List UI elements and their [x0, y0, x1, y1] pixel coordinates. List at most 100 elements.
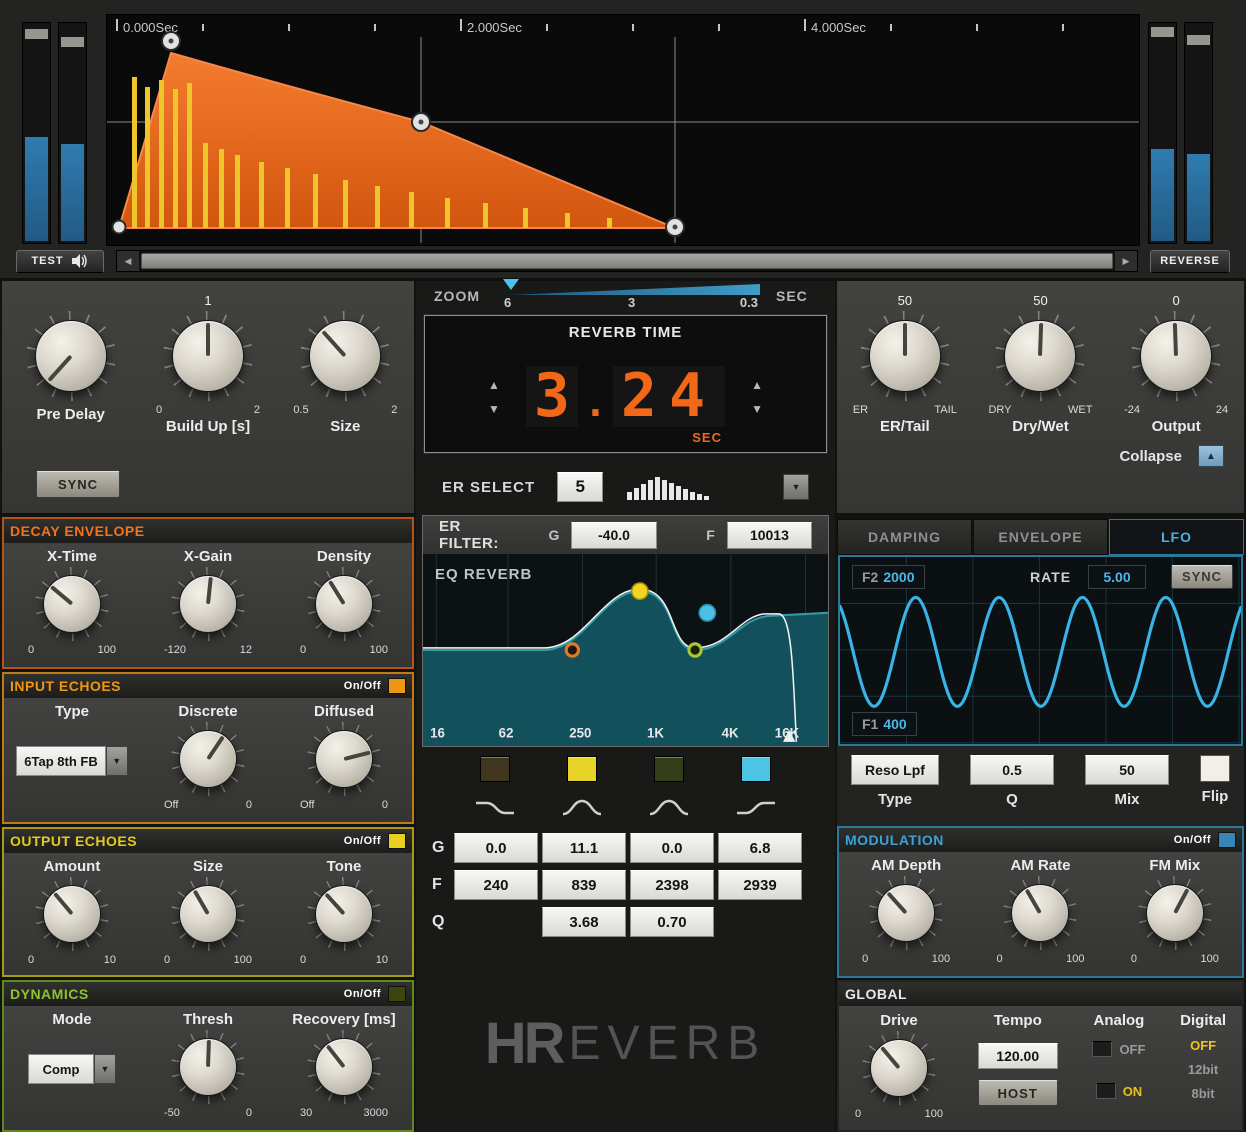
buildup-knob[interactable] — [161, 309, 255, 403]
mode-value[interactable]: Comp — [28, 1054, 94, 1084]
amount-knob[interactable] — [33, 875, 111, 953]
dropdown-arrow-icon[interactable]: ▼ — [105, 746, 128, 776]
lfo-filter-type-select[interactable]: Reso Lpf — [851, 755, 939, 786]
bell-icon[interactable] — [647, 797, 691, 819]
low-shelf-icon[interactable] — [473, 797, 517, 819]
drive-knob[interactable] — [860, 1029, 938, 1107]
size-knob[interactable] — [298, 309, 392, 403]
lfo-filter-q-field[interactable]: 0.5 — [970, 755, 1054, 786]
eq-band-2-handle[interactable] — [630, 582, 649, 601]
lfo-rate-field[interactable]: 5.00 — [1088, 564, 1146, 589]
digital-off-option[interactable]: OFF — [1190, 1038, 1216, 1053]
recovery-knob[interactable] — [305, 1028, 383, 1106]
digital-12bit-option[interactable]: 12bit — [1188, 1062, 1218, 1077]
bell-icon[interactable] — [560, 797, 604, 819]
collapse-button[interactable]: ▲ — [1198, 445, 1224, 467]
input-echoes-onoff-toggle[interactable] — [388, 678, 406, 694]
eq-freq-2-field[interactable]: 839 — [542, 870, 626, 900]
er-select-dropdown[interactable]: ▼ — [783, 474, 809, 500]
scrollbar-thumb[interactable] — [141, 253, 1113, 269]
eq-freq-3-field[interactable]: 2398 — [630, 870, 714, 900]
eq-freq-4-field[interactable]: 2939 — [718, 870, 802, 900]
thresh-knob[interactable] — [169, 1028, 247, 1106]
reverb-envelope-graph[interactable]: 0.000Sec 2.000Sec 4.000Sec — [106, 14, 1140, 246]
knob-dial[interactable] — [315, 1038, 373, 1096]
knob-dial[interactable] — [179, 1038, 237, 1096]
dry-wet-knob[interactable] — [993, 309, 1087, 403]
knob-dial[interactable] — [309, 320, 382, 392]
dropdown-arrow-icon[interactable]: ▼ — [94, 1054, 116, 1084]
host-button[interactable]: HOST — [977, 1080, 1058, 1107]
eq-band-1-handle[interactable] — [564, 642, 580, 658]
echo-type-value[interactable]: 6Tap 8th FB — [16, 746, 106, 776]
lfo-f2-field[interactable]: F2 2000 — [852, 564, 925, 589]
zoom-marker[interactable] — [503, 279, 519, 290]
modulation-onoff-toggle[interactable] — [1218, 832, 1236, 849]
timeline-scrollbar[interactable]: ◀ ▶ — [116, 250, 1138, 272]
out-size-knob[interactable] — [169, 875, 247, 953]
er-filter-freq-field[interactable]: 10013 — [726, 521, 812, 549]
reverb-time-value[interactable]: 3 . 24 — [525, 365, 726, 428]
high-shelf-icon[interactable] — [734, 797, 778, 819]
output-echoes-onoff-toggle[interactable] — [388, 833, 406, 849]
spin-down-icon[interactable]: ▼ — [751, 402, 763, 416]
dynamics-mode-select[interactable]: Comp ▼ — [28, 1054, 116, 1084]
er-filter-gain-field[interactable]: -40.0 — [571, 521, 657, 549]
digital-8bit-option[interactable]: 8bit — [1192, 1086, 1215, 1101]
knob-dial[interactable] — [1004, 320, 1077, 392]
knob-dial[interactable] — [315, 730, 373, 788]
spin-up-icon[interactable]: ▲ — [488, 378, 500, 392]
knob-dial[interactable] — [179, 885, 237, 943]
am-rate-knob[interactable] — [1001, 874, 1079, 952]
knob-dial[interactable] — [171, 320, 244, 392]
knob-dial[interactable] — [870, 1039, 928, 1098]
scroll-right-arrow[interactable]: ▶ — [1115, 251, 1137, 271]
eq-band-4-handle[interactable] — [698, 603, 717, 622]
eq-gain-4-field[interactable]: 6.8 — [718, 833, 802, 863]
knob-dial[interactable] — [179, 730, 237, 788]
eq-band-2-button[interactable] — [567, 756, 597, 782]
am-depth-knob[interactable] — [867, 874, 945, 952]
eq-freq-1-field[interactable]: 240 — [454, 870, 538, 900]
eq-band-4-button[interactable] — [741, 756, 771, 782]
diffused-knob[interactable] — [305, 720, 383, 798]
reverb-time-stepper-right[interactable]: ▲ ▼ — [751, 378, 763, 416]
er-select-value[interactable]: 5 — [557, 472, 604, 502]
knob-dial[interactable] — [43, 575, 101, 633]
fm-mix-knob[interactable] — [1136, 874, 1214, 952]
x-gain-knob[interactable] — [169, 565, 247, 643]
analog-on-toggle[interactable] — [1095, 1083, 1116, 1100]
er-tail-knob[interactable] — [858, 309, 952, 403]
tab-lfo[interactable]: LFO — [1109, 518, 1244, 555]
spin-up-icon[interactable]: ▲ — [751, 378, 763, 392]
knob-dial[interactable] — [868, 320, 941, 392]
predelay-knob[interactable] — [24, 309, 118, 403]
eq-q-3-field[interactable]: 0.70 — [630, 907, 714, 937]
test-button[interactable]: TEST — [16, 249, 104, 273]
lfo-flip-button[interactable] — [1200, 755, 1230, 783]
eq-gain-3-field[interactable]: 0.0 — [630, 833, 714, 863]
input-echo-type-select[interactable]: 6Tap 8th FB ▼ — [16, 746, 128, 776]
knob-dial[interactable] — [179, 575, 237, 633]
eq-graph[interactable]: EQ REVERB 16 62 250 1K 4K 16K — [423, 554, 828, 746]
tab-damping[interactable]: DAMPING — [837, 518, 972, 555]
discrete-knob[interactable] — [169, 720, 247, 798]
lfo-filter-mix-field[interactable]: 50 — [1085, 755, 1169, 786]
spin-down-icon[interactable]: ▼ — [488, 402, 500, 416]
knob-dial[interactable] — [1140, 320, 1213, 392]
eq-band-3-button[interactable] — [654, 756, 684, 782]
knob-dial[interactable] — [315, 885, 373, 943]
eq-band-3-handle[interactable] — [687, 642, 703, 658]
tempo-value-field[interactable]: 120.00 — [977, 1043, 1058, 1070]
density-knob[interactable] — [305, 565, 383, 643]
lfo-f1-field[interactable]: F1 400 — [852, 712, 917, 737]
eq-band-1-button[interactable] — [480, 756, 510, 782]
output-knob[interactable] — [1129, 309, 1223, 403]
scroll-left-arrow[interactable]: ◀ — [117, 251, 139, 271]
knob-dial[interactable] — [1145, 884, 1204, 943]
reverb-time-stepper-left[interactable]: ▲ ▼ — [488, 378, 500, 416]
knob-dial[interactable] — [43, 885, 101, 943]
reverse-button[interactable]: REVERSE — [1150, 249, 1230, 273]
eq-q-2-field[interactable]: 3.68 — [542, 907, 626, 937]
eq-gain-2-field[interactable]: 11.1 — [542, 833, 626, 863]
